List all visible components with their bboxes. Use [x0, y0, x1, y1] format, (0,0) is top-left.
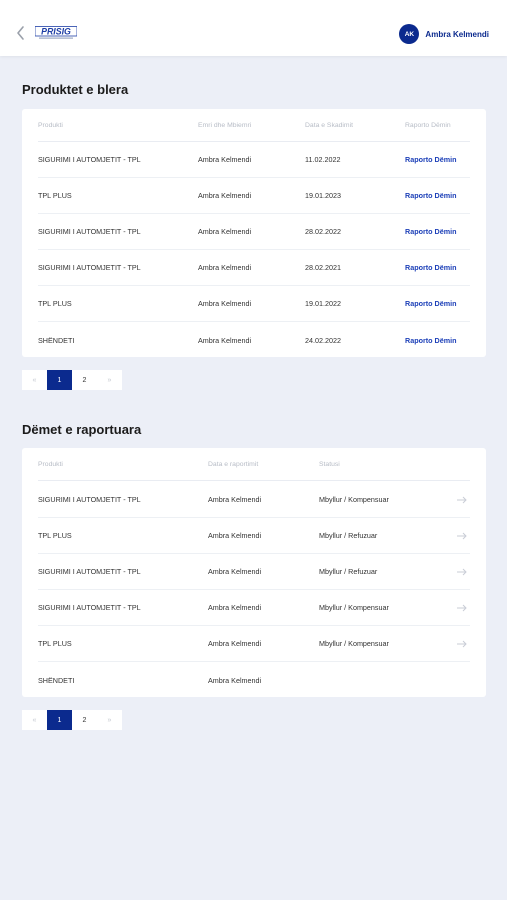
arrow-right-icon[interactable]	[456, 554, 468, 589]
name-cell: Ambra Kelmendi	[198, 191, 252, 200]
chevron-left-icon	[17, 26, 24, 40]
name-cell: Ambra Kelmendi	[198, 263, 252, 272]
products-pagination: «1 2»	[22, 370, 122, 390]
products-title: Produktet e blera	[22, 82, 129, 97]
column-header-product: Produkti	[38, 460, 63, 468]
pagination-page-2[interactable]: 2	[72, 370, 97, 390]
table-row: SIGURIMI I AUTOMJETIT - TPL Ambra Kelmend…	[38, 214, 470, 250]
logo[interactable]: PRISIG	[34, 26, 78, 40]
expiry-date-cell: 19.01.2022	[305, 299, 341, 308]
pagination-page-1[interactable]: 1	[47, 710, 72, 730]
claims-title: Dëmet e raportuara	[22, 422, 142, 437]
table-row: SIGURIMI I AUTOMJETIT - TPL Ambra Kelmend…	[38, 142, 470, 178]
arrow-right-icon[interactable]	[456, 518, 468, 553]
report-damage-link[interactable]: Raporto Dëmin	[405, 322, 457, 358]
column-header-report-date: Data e raportimit	[208, 460, 259, 468]
report-damage-link[interactable]: Raporto Dëmin	[405, 286, 457, 321]
product-cell: SIGURIMI I AUTOMJETIT - TPL	[38, 495, 141, 504]
report-damage-link[interactable]: Raporto Dëmin	[405, 214, 457, 249]
product-cell: TPL PLUS	[38, 191, 72, 200]
product-cell: SHËNDETI	[38, 675, 75, 685]
expiry-date-cell: 11.02.2022	[305, 155, 341, 164]
product-cell: TPL PLUS	[38, 531, 72, 540]
column-header-status: Statusi	[319, 460, 340, 468]
pagination-page-1[interactable]: 1	[47, 370, 72, 390]
pagination-page-2[interactable]: 2	[72, 710, 97, 730]
arrow-right-icon[interactable]	[456, 482, 468, 517]
avatar[interactable]: AK	[399, 24, 420, 44]
product-cell: SIGURIMI I AUTOMJETIT - TPL	[38, 227, 141, 236]
user-menu[interactable]: AK Ambra Kelmendi	[399, 24, 489, 44]
column-header-name: Emri dhe Mbiemri	[198, 121, 252, 129]
table-row[interactable]: SIGURIMI I AUTOMJETIT - TPL Ambra Kelmend…	[38, 482, 470, 518]
name-cell: Ambra Kelmendi	[208, 603, 262, 612]
table-row[interactable]: SIGURIMI I AUTOMJETIT - TPL Ambra Kelmend…	[38, 554, 470, 590]
name-cell: Ambra Kelmendi	[208, 639, 262, 648]
claims-pagination: «1 2»	[22, 710, 122, 730]
table-row: SIGURIMI I AUTOMJETIT - TPL Ambra Kelmend…	[38, 250, 470, 286]
table-row: SHËNDETI Ambra Kelmendi	[38, 662, 470, 698]
logo-text: PRISIG	[41, 27, 71, 37]
claims-table-header: Produkti Data e raportimit Statusi	[38, 448, 470, 481]
product-cell: TPL PLUS	[38, 299, 72, 308]
product-cell: SIGURIMI I AUTOMJETIT - TPL	[38, 567, 141, 576]
status-cell: Mbyllur / Kompensuar	[319, 603, 389, 612]
pagination-prev-button[interactable]: «	[22, 710, 47, 730]
top-bar: PRISIG AK Ambra Kelmendi	[0, 0, 507, 56]
product-cell: SIGURIMI I AUTOMJETIT - TPL	[38, 155, 141, 164]
products-table: Produkti Emri dhe Mbiemri Data e Skadimi…	[22, 109, 486, 357]
name-cell: Ambra Kelmendi	[208, 495, 262, 504]
status-cell: Mbyllur / Refuzuar	[319, 567, 378, 576]
pagination-next-button[interactable]: »	[97, 710, 122, 730]
expiry-date-cell: 28.02.2022	[305, 227, 341, 236]
pagination-next-button[interactable]: »	[97, 370, 122, 390]
table-row: TPL PLUS Ambra Kelmendi 19.01.2023 Raporto …	[38, 178, 470, 214]
report-damage-link[interactable]: Raporto Dëmin	[405, 142, 457, 177]
report-damage-link[interactable]: Raporto Dëmin	[405, 250, 457, 285]
name-cell: Ambra Kelmendi	[208, 567, 262, 576]
column-header-product: Produkti	[38, 121, 63, 129]
table-row[interactable]: TPL PLUS Ambra Kelmendi Mbyllur / Refuzuar	[38, 518, 470, 554]
table-row[interactable]: TPL PLUS Ambra Kelmendi Mbyllur / Kompensu…	[38, 626, 470, 662]
expiry-date-cell: 28.02.2021	[305, 263, 341, 272]
column-header-report: Raporto Dëmin	[405, 121, 451, 129]
name-cell: Ambra Kelmendi	[208, 531, 262, 540]
product-cell: SIGURIMI I AUTOMJETIT - TPL	[38, 603, 141, 612]
status-cell: Mbyllur / Kompensuar	[319, 639, 389, 648]
user-name[interactable]: Ambra Kelmendi	[425, 30, 489, 39]
product-cell: SIGURIMI I AUTOMJETIT - TPL	[38, 263, 141, 272]
name-cell: Ambra Kelmendi	[198, 227, 252, 236]
status-cell: Mbyllur / Refuzuar	[319, 531, 378, 540]
claims-table: Produkti Data e raportimit Statusi SIGUR…	[22, 448, 486, 697]
table-row[interactable]: SIGURIMI I AUTOMJETIT - TPL Ambra Kelmend…	[38, 590, 470, 626]
name-cell: Ambra Kelmendi	[198, 299, 252, 308]
name-cell: Ambra Kelmendi	[208, 675, 262, 685]
table-row: SHËNDETI Ambra Kelmendi 24.02.2022 Raporto …	[38, 322, 470, 358]
expiry-date-cell: 19.01.2023	[305, 191, 341, 200]
name-cell: Ambra Kelmendi	[198, 155, 252, 164]
column-header-expiry: Data e Skadimit	[305, 121, 353, 129]
report-damage-link[interactable]: Raporto Dëmin	[405, 178, 457, 213]
back-button[interactable]	[14, 24, 28, 42]
expiry-date-cell: 24.02.2022	[305, 335, 341, 345]
table-row: TPL PLUS Ambra Kelmendi 19.01.2022 Raporto …	[38, 286, 470, 322]
arrow-right-icon[interactable]	[456, 590, 468, 625]
name-cell: Ambra Kelmendi	[198, 335, 252, 345]
product-cell: SHËNDETI	[38, 335, 75, 345]
products-table-header: Produkti Emri dhe Mbiemri Data e Skadimi…	[38, 109, 470, 142]
product-cell: TPL PLUS	[38, 639, 72, 648]
pagination-prev-button[interactable]: «	[22, 370, 47, 390]
arrow-right-icon[interactable]	[456, 626, 468, 661]
status-cell: Mbyllur / Kompensuar	[319, 495, 389, 504]
